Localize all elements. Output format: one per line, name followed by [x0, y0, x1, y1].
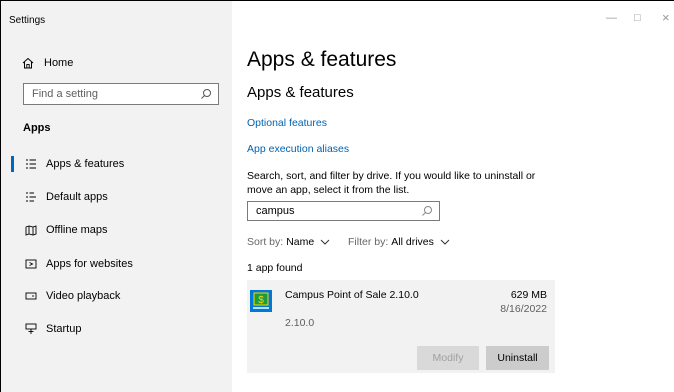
sidebar-item-label: Video playback — [46, 290, 121, 302]
sidebar-item-label: Apps for websites — [46, 258, 133, 270]
chevron-down-icon — [440, 239, 450, 245]
app-search-value: campus — [256, 205, 295, 217]
find-setting-placeholder: Find a setting — [32, 88, 99, 100]
app-size: 629 MB — [510, 289, 547, 301]
uninstall-button[interactable]: Uninstall — [486, 346, 549, 370]
app-version: 2.10.0 — [285, 317, 315, 329]
sidebar-item-apps-features[interactable]: Apps & features — [1, 149, 232, 179]
apps-websites-icon — [25, 259, 37, 269]
sidebar: Settings Home Find a setting Apps Apps &… — [1, 1, 232, 392]
sidebar-item-offline-maps[interactable]: Offline maps — [1, 215, 232, 245]
active-indicator — [11, 156, 14, 172]
section-title: Apps & features — [247, 84, 354, 101]
maximize-button[interactable]: □ — [634, 12, 641, 24]
pos-app-icon: $ — [250, 290, 272, 312]
description-text: Search, sort, and filter by drive. If yo… — [247, 170, 536, 196]
apps-features-icon — [26, 159, 36, 169]
svg-text:$: $ — [258, 295, 264, 306]
app-execution-aliases-link[interactable]: App execution aliases — [247, 143, 349, 155]
default-apps-icon — [26, 192, 36, 202]
sidebar-item-label: Apps & features — [46, 158, 125, 170]
sidebar-home-label: Home — [44, 57, 74, 69]
modify-button[interactable]: Modify — [417, 346, 479, 370]
sidebar-item-label: Startup — [46, 323, 82, 335]
sidebar-item-label: Offline maps — [46, 224, 108, 236]
sort-label: Sort by: — [247, 236, 284, 248]
close-button[interactable]: × — [662, 10, 670, 25]
sidebar-item-apps-websites[interactable]: Apps for websites — [1, 249, 232, 279]
sidebar-home[interactable]: Home — [22, 55, 73, 71]
sidebar-item-label: Default apps — [46, 191, 108, 203]
app-search-input[interactable]: campus — [247, 201, 440, 221]
startup-icon — [25, 323, 37, 334]
sidebar-item-default-apps[interactable]: Default apps — [1, 182, 232, 212]
offline-maps-icon — [25, 225, 37, 236]
filter-dropdown[interactable]: Filter by: All drives — [348, 236, 452, 248]
window-title: Settings — [9, 15, 46, 26]
sort-value: Name — [286, 236, 315, 248]
result-count: 1 app found — [247, 262, 303, 274]
sidebar-item-startup[interactable]: Startup — [1, 314, 232, 344]
sort-dropdown[interactable]: Sort by: Name — [247, 236, 332, 248]
sidebar-item-video-playback[interactable]: Video playback — [1, 281, 232, 311]
search-icon — [201, 89, 211, 99]
sidebar-section-title: Apps — [23, 122, 51, 134]
page-title: Apps & features — [247, 48, 397, 71]
app-list-item[interactable]: $ Campus Point of Sale 2.10.0 629 MB 8/1… — [247, 280, 555, 373]
filter-label: Filter by: — [348, 236, 389, 248]
app-install-date: 8/16/2022 — [500, 303, 547, 315]
minimize-button[interactable]: — — [606, 12, 617, 24]
app-name: Campus Point of Sale 2.10.0 — [285, 289, 419, 301]
search-icon — [422, 206, 432, 216]
video-playback-icon — [25, 292, 37, 300]
find-setting-input[interactable]: Find a setting — [23, 83, 219, 105]
optional-features-link[interactable]: Optional features — [247, 117, 327, 129]
filter-value: All drives — [391, 236, 434, 248]
chevron-down-icon — [320, 239, 330, 245]
home-icon — [22, 57, 34, 69]
